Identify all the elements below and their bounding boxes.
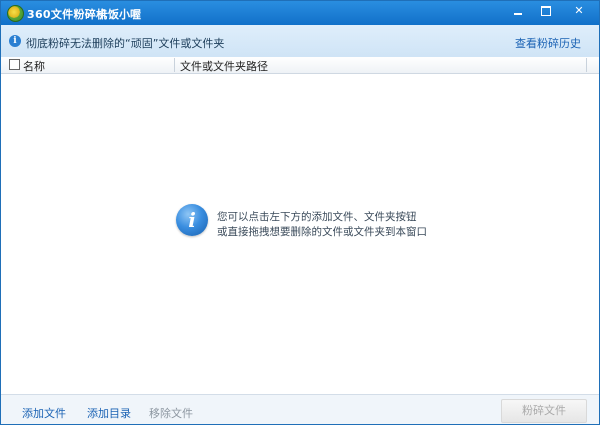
empty-hint-line-1: 您可以点击左下方的添加文件、文件夹按钮 bbox=[217, 211, 417, 223]
maximize-button[interactable] bbox=[532, 1, 560, 21]
minimize-button[interactable] bbox=[504, 1, 532, 21]
app-subtitle: 卡饭小喔 bbox=[97, 8, 141, 21]
column-divider[interactable] bbox=[174, 58, 175, 72]
remove-file-button[interactable]: 移除文件 bbox=[149, 405, 193, 421]
list-header: 名称 文件或文件夹路径 bbox=[1, 57, 599, 74]
info-message: 彻底粉碎无法删除的“顽固”文件或文件夹 bbox=[26, 37, 225, 50]
title-bar[interactable]: 360文件粉碎机 卡饭小喔 ✕ bbox=[1, 1, 599, 25]
add-directory-button[interactable]: 添加目录 bbox=[87, 405, 131, 421]
shredder-window: 360文件粉碎机 卡饭小喔 ✕ i 彻底粉碎无法删除的“顽固”文件或文件夹 查看… bbox=[0, 0, 600, 425]
large-info-icon: i bbox=[176, 204, 208, 236]
column-name-header[interactable]: 名称 bbox=[23, 58, 45, 74]
maximize-icon bbox=[541, 6, 551, 16]
bottom-toolbar: 添加文件 添加目录 移除文件 粉碎文件 bbox=[1, 394, 599, 424]
close-button[interactable]: ✕ bbox=[560, 1, 598, 21]
column-divider-end[interactable] bbox=[586, 58, 587, 72]
view-history-link[interactable]: 查看粉碎历史 bbox=[515, 35, 581, 51]
add-file-button[interactable]: 添加文件 bbox=[22, 405, 66, 421]
select-all-checkbox[interactable] bbox=[9, 59, 20, 70]
minimize-icon bbox=[514, 13, 522, 15]
app-logo-icon bbox=[7, 5, 24, 22]
info-bar: i 彻底粉碎无法删除的“顽固”文件或文件夹 查看粉碎历史 bbox=[1, 25, 599, 58]
shred-files-button[interactable]: 粉碎文件 bbox=[501, 399, 587, 423]
empty-hint-line-2: 或直接拖拽想要删除的文件或文件夹到本窗口 bbox=[217, 226, 427, 238]
column-path-header[interactable]: 文件或文件夹路径 bbox=[180, 58, 268, 74]
app-title: 360文件粉碎机 bbox=[27, 8, 108, 21]
info-icon: i bbox=[9, 35, 21, 47]
close-icon: ✕ bbox=[574, 4, 584, 17]
